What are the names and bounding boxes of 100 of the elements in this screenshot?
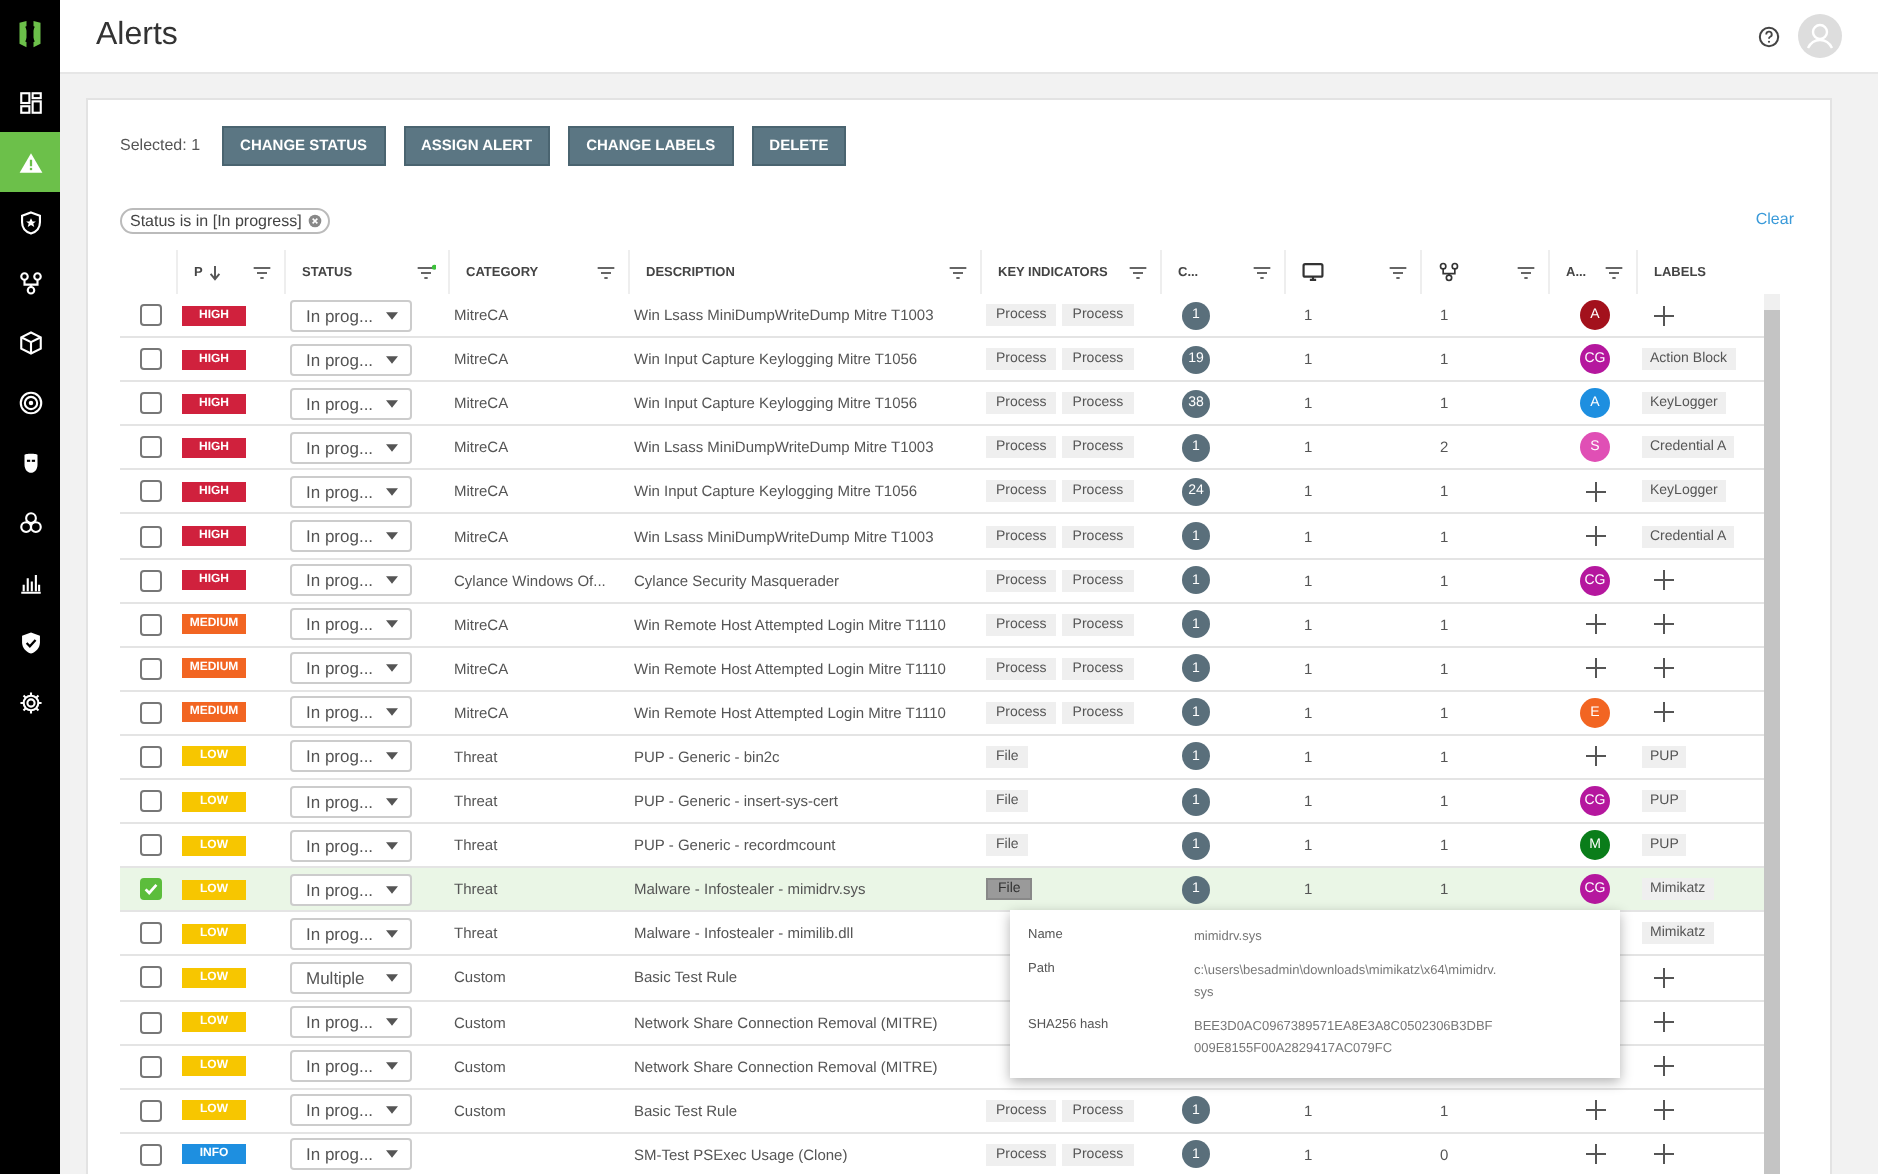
row-checkbox[interactable] <box>140 966 162 989</box>
add-icon[interactable] <box>1585 481 1605 502</box>
help-icon[interactable] <box>1758 25 1780 47</box>
row-checkbox[interactable] <box>140 480 162 503</box>
caret-icon <box>386 1106 398 1115</box>
status-dropdown[interactable]: In prog... <box>290 299 412 332</box>
caret-icon <box>386 708 398 717</box>
network-icon <box>17 269 43 295</box>
add-icon[interactable] <box>1585 1144 1605 1165</box>
status-dropdown[interactable]: In prog... <box>290 785 412 818</box>
warning-icon <box>17 149 43 175</box>
status-dropdown[interactable]: In prog... <box>290 608 412 641</box>
status-dropdown[interactable]: In prog... <box>290 829 412 862</box>
add-icon[interactable] <box>1654 305 1674 326</box>
row-checkbox[interactable] <box>140 657 162 680</box>
caret-icon <box>386 929 398 938</box>
filter-icon[interactable] <box>1128 263 1148 281</box>
add-icon[interactable] <box>1585 746 1605 767</box>
add-icon[interactable] <box>1654 967 1674 988</box>
cube-icon <box>17 329 43 355</box>
filter-icon[interactable] <box>1252 263 1272 281</box>
close-icon[interactable] <box>307 214 322 228</box>
row-checkbox[interactable] <box>140 1099 162 1122</box>
settings-icon <box>17 689 43 715</box>
status-dropdown[interactable]: In prog... <box>290 1006 412 1039</box>
filter-icon[interactable] <box>1604 263 1624 281</box>
shield-icon <box>17 209 43 235</box>
caret-icon <box>386 1062 398 1071</box>
status-dropdown[interactable]: Multiple <box>290 961 412 994</box>
add-icon[interactable] <box>1654 1144 1674 1165</box>
caret-icon <box>386 752 398 761</box>
caret-icon <box>386 841 398 850</box>
caret-icon <box>386 664 398 673</box>
add-icon[interactable] <box>1585 1100 1605 1121</box>
scrollbar[interactable] <box>1764 294 1780 1174</box>
row-checkbox[interactable] <box>140 392 162 415</box>
row-checkbox[interactable] <box>140 348 162 371</box>
shield-check-icon <box>17 629 43 655</box>
status-dropdown[interactable]: In prog... <box>290 475 412 508</box>
page-title: Alerts <box>96 18 178 54</box>
caret-icon <box>386 1150 398 1159</box>
row-checkbox[interactable] <box>140 436 162 459</box>
status-dropdown[interactable]: In prog... <box>290 696 412 729</box>
row-checkbox[interactable] <box>140 834 162 857</box>
filter-icon[interactable] <box>1388 263 1408 281</box>
caret-icon <box>386 399 398 408</box>
caret-icon <box>386 576 398 585</box>
add-icon[interactable] <box>1585 614 1605 635</box>
monitor-icon <box>1302 262 1324 282</box>
status-dropdown[interactable]: In prog... <box>290 652 412 685</box>
row-checkbox[interactable] <box>140 525 162 548</box>
add-icon[interactable] <box>1654 1056 1674 1077</box>
row-checkbox[interactable] <box>140 878 162 901</box>
row-checkbox[interactable] <box>140 1143 162 1166</box>
status-dropdown[interactable]: In prog... <box>290 564 412 597</box>
row-checkbox[interactable] <box>140 569 162 592</box>
sort-down-icon[interactable] <box>208 263 223 281</box>
add-icon[interactable] <box>1654 658 1674 679</box>
filter-icon[interactable] <box>596 263 616 281</box>
status-dropdown[interactable]: In prog... <box>290 873 412 906</box>
caret-icon <box>386 443 398 452</box>
status-dropdown[interactable]: In prog... <box>290 1050 412 1083</box>
add-icon[interactable] <box>1585 658 1605 679</box>
row-checkbox[interactable] <box>140 304 162 327</box>
filter-icon[interactable] <box>252 263 272 281</box>
status-dropdown[interactable]: In prog... <box>290 740 412 773</box>
row-checkbox[interactable] <box>140 1055 162 1078</box>
caret-icon <box>386 1018 398 1027</box>
row-checkbox[interactable] <box>140 613 162 636</box>
dashboard-icon <box>17 89 43 115</box>
logo-icon[interactable] <box>16 18 44 52</box>
filter-chip[interactable]: Status is in [In progress] <box>120 208 330 234</box>
add-icon[interactable] <box>1654 702 1674 723</box>
caret-icon <box>386 797 398 806</box>
filter-icon[interactable] <box>1516 263 1536 281</box>
caret-icon <box>386 311 398 320</box>
status-dropdown[interactable]: In prog... <box>290 917 412 950</box>
row-checkbox[interactable] <box>140 745 162 768</box>
add-icon[interactable] <box>1585 526 1605 547</box>
row-checkbox[interactable] <box>140 790 162 813</box>
add-icon[interactable] <box>1654 1012 1674 1033</box>
filter-icon[interactable] <box>416 263 436 281</box>
filter-icon[interactable] <box>948 263 968 281</box>
row-checkbox[interactable] <box>140 922 162 945</box>
status-dropdown[interactable]: In prog... <box>290 1094 412 1127</box>
target-icon <box>17 389 43 415</box>
caret-icon <box>386 973 398 982</box>
row-checkbox[interactable] <box>140 1011 162 1034</box>
caret-icon <box>386 532 398 541</box>
add-icon[interactable] <box>1654 570 1674 591</box>
status-dropdown[interactable]: In prog... <box>290 431 412 464</box>
status-dropdown[interactable]: In prog... <box>290 520 412 553</box>
status-dropdown[interactable]: In prog... <box>290 1138 412 1171</box>
status-dropdown[interactable]: In prog... <box>290 343 412 376</box>
caret-icon <box>386 487 398 496</box>
add-icon[interactable] <box>1654 1100 1674 1121</box>
row-checkbox[interactable] <box>140 701 162 724</box>
caret-icon <box>386 355 398 364</box>
status-dropdown[interactable]: In prog... <box>290 387 412 420</box>
add-icon[interactable] <box>1654 614 1674 635</box>
